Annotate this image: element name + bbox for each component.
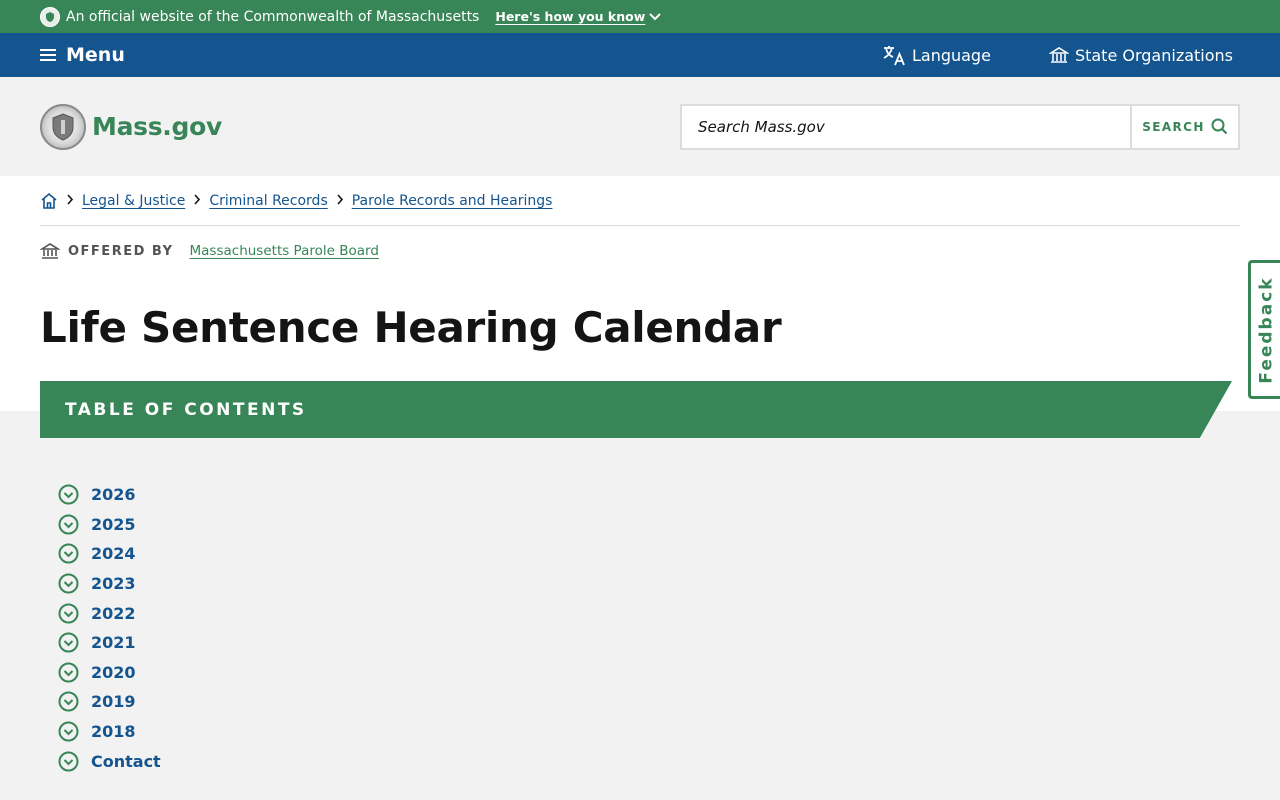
- logo-text: Mass.gov: [92, 112, 222, 141]
- chevron-down-circle-icon: [58, 603, 79, 624]
- language-label: Language: [911, 45, 991, 65]
- site-header: Mass.gov SEARCH: [0, 77, 1280, 176]
- breadcrumb: Legal & Justice Criminal Records Parole …: [40, 176, 1240, 226]
- toc-link-label: 2026: [91, 485, 136, 505]
- chevron-down-circle-icon: [58, 721, 79, 742]
- main-nav-bar: Menu Language State Organizations: [0, 33, 1280, 77]
- toc-item-2025[interactable]: 2025: [58, 510, 161, 540]
- chevron-right-icon: [193, 193, 201, 208]
- home-icon[interactable]: [40, 192, 58, 210]
- heres-how-you-know-label: Here's how you know: [495, 9, 646, 24]
- toc-item-2023[interactable]: 2023: [58, 569, 161, 599]
- toc-link-label: 2021: [91, 633, 136, 653]
- building-icon: [1048, 47, 1069, 63]
- menu-button[interactable]: Menu: [40, 44, 125, 66]
- chevron-down-circle-icon: [58, 573, 79, 594]
- toc-list: 2026 2025 2024 2023 2022 2021 2020 2019 …: [58, 480, 161, 776]
- toc-link-label: 2018: [91, 722, 136, 742]
- breadcrumb-legal-justice[interactable]: Legal & Justice: [82, 193, 185, 209]
- chevron-down-circle-icon: [58, 484, 79, 505]
- chevron-down-circle-icon: [58, 751, 79, 772]
- chevron-right-icon: [336, 193, 344, 208]
- toc-link-label: 2023: [91, 574, 136, 594]
- search-button[interactable]: SEARCH: [1130, 105, 1238, 148]
- feedback-label: Feedback: [1256, 275, 1277, 384]
- toc-item-2021[interactable]: 2021: [58, 628, 161, 658]
- heres-how-you-know-button[interactable]: Here's how you know: [495, 9, 661, 24]
- hamburger-icon: [40, 49, 56, 61]
- massachusetts-seal-icon: [40, 103, 86, 150]
- table-of-contents-header: TABLE OF CONTENTS: [40, 381, 1232, 438]
- chevron-down-icon: [649, 12, 661, 20]
- nav-utility-links: Language State Organizations: [882, 44, 1240, 66]
- chevron-down-circle-icon: [58, 514, 79, 535]
- chevron-right-icon: [66, 193, 74, 208]
- official-banner-text: An official website of the Commonwealth …: [66, 8, 480, 25]
- official-banner: An official website of the Commonwealth …: [0, 0, 1280, 33]
- state-organizations-button[interactable]: State Organizations: [1048, 45, 1233, 65]
- toc-item-2022[interactable]: 2022: [58, 598, 161, 628]
- breadcrumb-criminal-records[interactable]: Criminal Records: [209, 193, 327, 209]
- toc-link-label: 2020: [91, 662, 136, 682]
- toc-item-2018[interactable]: 2018: [58, 717, 161, 747]
- toc-item-2019[interactable]: 2019: [58, 687, 161, 717]
- chevron-down-circle-icon: [58, 632, 79, 653]
- toc-link-label: 2024: [91, 544, 136, 564]
- building-icon: [40, 243, 60, 259]
- toc-link-label: 2025: [91, 514, 136, 534]
- mass-gov-logo-link[interactable]: Mass.gov: [40, 103, 222, 150]
- offered-by-org-link[interactable]: Massachusetts Parole Board: [190, 243, 379, 259]
- toc-link-label: 2019: [91, 692, 136, 712]
- offered-by-label: OFFERED BY: [68, 243, 174, 259]
- state-seal-icon: [40, 6, 60, 27]
- page-title: Life Sentence Hearing Calendar: [40, 303, 782, 352]
- chevron-down-circle-icon: [58, 691, 79, 712]
- toc-link-label: 2022: [91, 603, 136, 623]
- toc-item-2020[interactable]: 2020: [58, 658, 161, 688]
- search-input[interactable]: [682, 105, 1130, 148]
- search-button-label: SEARCH: [1142, 119, 1205, 134]
- chevron-down-circle-icon: [58, 543, 79, 564]
- state-organizations-label: State Organizations: [1074, 45, 1233, 65]
- menu-label: Menu: [66, 44, 125, 66]
- search-form: SEARCH: [680, 103, 1240, 150]
- page-intro: Legal & Justice Criminal Records Parole …: [0, 176, 1280, 411]
- toc-item-contact[interactable]: Contact: [58, 746, 161, 776]
- translate-icon: [883, 46, 905, 66]
- offered-by: OFFERED BY Massachusetts Parole Board: [40, 242, 379, 260]
- feedback-button[interactable]: Feedback: [1248, 260, 1280, 399]
- chevron-down-circle-icon: [58, 662, 79, 683]
- breadcrumb-parole-records[interactable]: Parole Records and Hearings: [352, 193, 553, 209]
- toc-title: TABLE OF CONTENTS: [65, 399, 307, 420]
- toc-item-2024[interactable]: 2024: [58, 539, 161, 569]
- language-button[interactable]: Language: [882, 44, 991, 66]
- toc-link-label: Contact: [91, 751, 161, 771]
- search-icon: [1211, 118, 1228, 135]
- toc-item-2026[interactable]: 2026: [58, 480, 161, 510]
